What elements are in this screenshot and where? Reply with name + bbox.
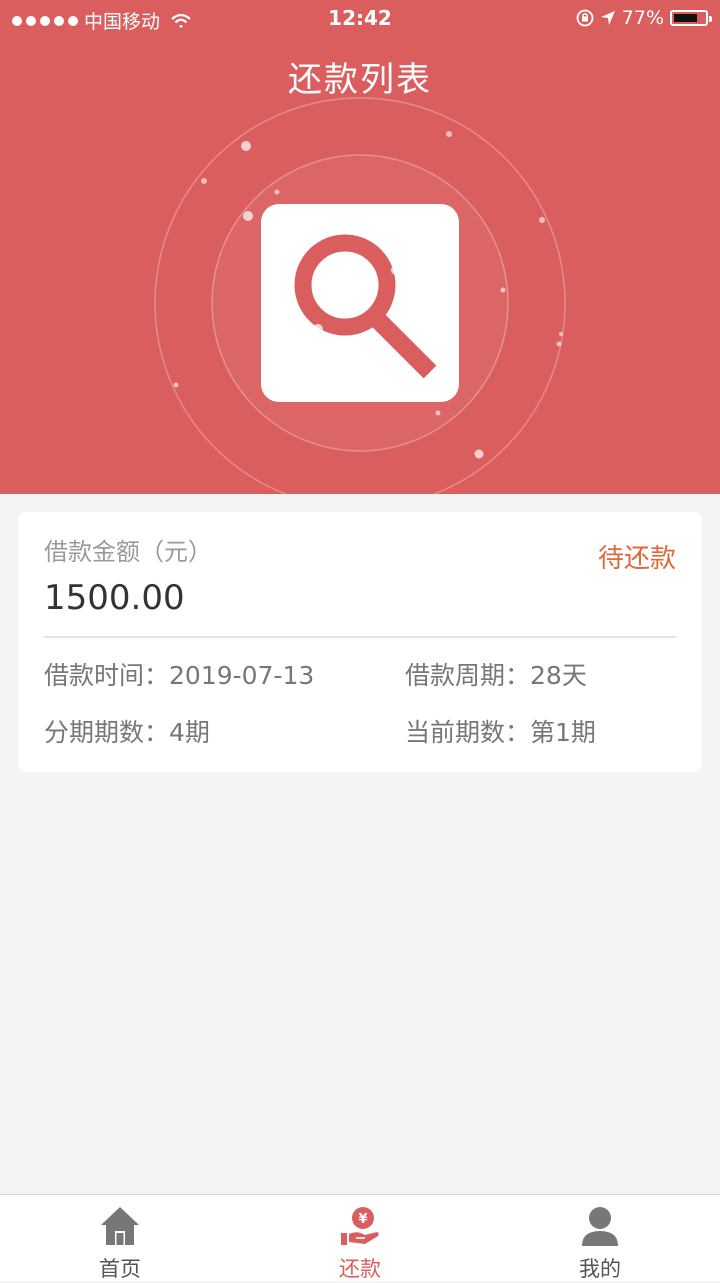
current-period-label: 当前期数：	[405, 718, 531, 747]
current-period-row: 当前期数：第1期	[405, 713, 596, 749]
installments-label: 分期期数：	[44, 718, 170, 747]
tab-bar: 首页 ¥ 还款 我的	[0, 1194, 720, 1281]
loan-amount-value: 1500.00	[44, 578, 185, 618]
loan-term-value: 28天	[530, 661, 587, 690]
orientation-lock-icon	[576, 9, 594, 27]
svg-text:¥: ¥	[358, 1212, 367, 1227]
tab-profile[interactable]: 我的	[480, 1195, 720, 1281]
home-icon	[101, 1207, 139, 1245]
repayment-icon: ¥	[341, 1207, 379, 1245]
tab-profile-label: 我的	[579, 1257, 621, 1281]
tab-repayment[interactable]: ¥ 还款	[240, 1195, 480, 1281]
loan-date-value: 2019-07-13	[169, 661, 315, 690]
status-bar: 中国移动 12:42 77%	[0, 0, 720, 38]
tab-home-label: 首页	[99, 1257, 141, 1281]
installments-row: 分期期数：4期	[44, 713, 210, 749]
tab-repayment-label: 还款	[339, 1257, 381, 1281]
loan-amount-label: 借款金额（元）	[44, 538, 212, 566]
status-badge: 待还款	[597, 544, 676, 574]
loan-term-row: 借款周期：28天	[405, 656, 587, 692]
loan-term-label: 借款周期：	[405, 661, 531, 690]
battery-icon	[670, 10, 712, 26]
page-title: 还款列表	[288, 60, 432, 100]
current-period-value: 第1期	[530, 718, 596, 747]
loan-date-label: 借款时间：	[44, 661, 170, 690]
battery-percent: 77%	[621, 7, 664, 29]
installments-value: 4期	[169, 718, 210, 747]
loan-date-row: 借款时间：2019-07-13	[44, 656, 314, 692]
loan-card[interactable]: 借款金额（元） 1500.00 待还款 借款时间：2019-07-13 借款周期…	[18, 512, 702, 772]
tab-home[interactable]: 首页	[0, 1195, 240, 1281]
divider	[44, 636, 676, 638]
header-banner: 中国移动 12:42 77% 还款列表	[0, 0, 720, 494]
location-arrow-icon	[600, 11, 615, 25]
user-icon	[582, 1207, 618, 1246]
